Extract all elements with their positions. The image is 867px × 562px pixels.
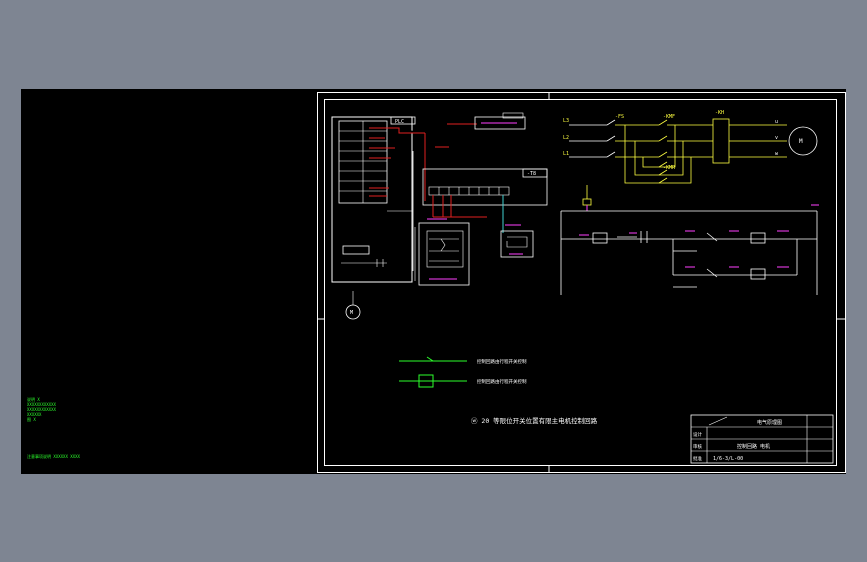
title-block-row-approve: 批准 [693, 455, 702, 462]
left-footer-note: 注意事项说明 XXXXXX XXXX [27, 454, 80, 459]
title-block-row-review: 审核 [693, 443, 702, 450]
relay-block-label: -T8 [527, 171, 536, 177]
contactor-reverse-label: -KMR [663, 165, 676, 171]
limit-switch-module [414, 218, 470, 286]
signal-legend: 控制回路由行程开关控制 控制回路由行程开关控制 [399, 356, 527, 388]
aux-relay-box [500, 224, 534, 258]
drawing-caption: ⓦ 20 等限位开关位置有限主电机控制回路 [471, 416, 598, 425]
power-circuit: L3 L2 L1 -FS -KMF -KMR -KH u v w M [563, 110, 818, 211]
motor-phase-w: w [775, 151, 779, 157]
contactor-forward-label: -KMF [663, 114, 675, 120]
main-motor-symbol [788, 126, 818, 156]
left-notes-block: 说明 X XXXXXXXXXXXX XXXXXXXXXXXX XXXXXX 图 … [27, 397, 56, 422]
power-label-l1: L1 [563, 151, 569, 157]
plc-box-label: PLC [395, 119, 404, 125]
motor-phase-v: v [775, 135, 778, 141]
fuse-label: -FS [615, 114, 624, 120]
note-line: 图 X [27, 417, 36, 422]
control-circuit-magenta-labels [579, 204, 819, 268]
motor-phase-u: u [775, 119, 778, 125]
legend-line-1: 控制回路由行程开关控制 [477, 358, 527, 365]
thermal-relay-label: -KH [715, 110, 724, 116]
title-block-row-design: 设计 [693, 431, 702, 438]
power-label-l2: L2 [563, 135, 569, 141]
legend-line-2: 控制回路由行程开关控制 [477, 378, 527, 385]
title-block-title: 电气原理图 [757, 419, 782, 426]
plc-module: PLC M [331, 116, 416, 320]
drawing-sheet: PLC M -T8 L3 L2 L1 -FS -KMF -KMR -KH u v… [317, 92, 846, 473]
small-motor-label: M [350, 310, 353, 316]
red-signal-wires [397, 123, 487, 218]
title-block-name: 控制回路 电机 [737, 443, 770, 450]
control-circuit [560, 210, 818, 295]
main-motor-label: M [799, 138, 803, 145]
power-label-l3: L3 [563, 118, 569, 124]
cad-model-viewport[interactable]: 说明 X XXXXXXXXXXXX XXXXXXXXXXXX XXXXXX 图 … [21, 89, 846, 474]
title-block: 电气原理图 设计 审核 批准 控制回路 电机 1/6-3/L-00 [690, 414, 834, 464]
title-block-drawing-no: 1/6-3/L-00 [713, 456, 743, 462]
